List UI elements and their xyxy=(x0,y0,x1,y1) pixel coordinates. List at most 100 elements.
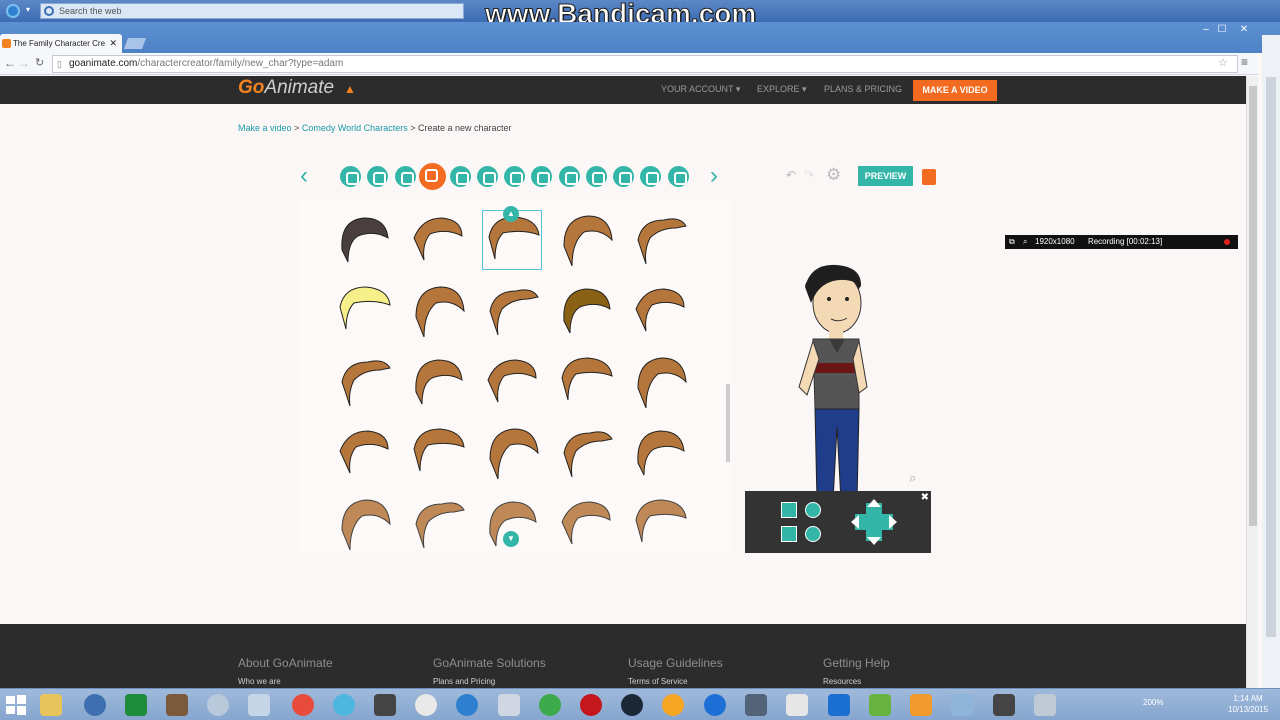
hair-option[interactable] xyxy=(408,281,468,341)
app-icon-15[interactable] xyxy=(951,694,973,716)
hair-option[interactable] xyxy=(334,281,394,341)
app-icon-12[interactable] xyxy=(786,694,808,716)
chrome-icon-2[interactable] xyxy=(539,694,561,716)
app-icon-3[interactable] xyxy=(207,694,229,716)
hair-option[interactable] xyxy=(482,281,542,341)
head-icon[interactable] xyxy=(450,166,471,187)
reload-icon[interactable]: ↻ xyxy=(35,56,44,69)
app-icon-1[interactable] xyxy=(84,694,106,716)
hair-option[interactable] xyxy=(630,423,690,483)
ear-icon[interactable] xyxy=(504,166,525,187)
preview-button[interactable]: PREVIEW xyxy=(858,166,913,186)
hair-option[interactable] xyxy=(556,423,616,483)
hair-option[interactable] xyxy=(630,494,690,554)
hair-option[interactable] xyxy=(334,494,394,554)
scroll-down-icon[interactable]: ▼ xyxy=(503,531,519,547)
scale-down-icon[interactable] xyxy=(781,526,797,542)
rotate-right-icon[interactable] xyxy=(805,526,821,542)
app-icon-5[interactable] xyxy=(333,694,355,716)
eyes-icon[interactable] xyxy=(559,166,580,187)
hair-option[interactable] xyxy=(630,210,690,270)
make-a-video-button[interactable]: MAKE A VIDEO xyxy=(913,80,997,101)
record-icon[interactable] xyxy=(1224,239,1230,245)
prev-category-icon[interactable]: ‹ xyxy=(300,162,308,190)
app-icon-7[interactable] xyxy=(415,694,437,716)
app-icon-13[interactable] xyxy=(828,694,850,716)
app-icon-2[interactable] xyxy=(166,694,188,716)
nav-your-account[interactable]: YOUR ACCOUNT ▾ xyxy=(661,84,740,95)
magnifier-icon[interactable]: ⌕ xyxy=(1023,235,1027,249)
app-icon-8[interactable] xyxy=(456,694,478,716)
close-controls-icon[interactable]: ✖ xyxy=(921,492,929,503)
media-player-icon[interactable] xyxy=(910,694,932,716)
goanimate-logo[interactable]: GoAnimate xyxy=(238,77,334,99)
body-icon[interactable] xyxy=(613,166,634,187)
spreadsheet-icon[interactable] xyxy=(125,694,147,716)
hair-option[interactable] xyxy=(334,352,394,412)
page-scrollbar[interactable] xyxy=(1246,76,1258,688)
app-icon-14[interactable] xyxy=(869,694,891,716)
hair-option[interactable] xyxy=(482,423,542,483)
url-field[interactable]: ▯ goanimate.com/charactercreator/family/… xyxy=(52,55,1238,73)
undo-icon[interactable]: ↶ xyxy=(786,168,796,182)
bell-icon[interactable]: ▲ xyxy=(344,82,356,96)
hair-option[interactable] xyxy=(556,494,616,554)
close-window-icon[interactable]: ✕ xyxy=(1234,24,1254,35)
hair-option[interactable] xyxy=(556,352,616,412)
close-tab-icon[interactable]: ✕ xyxy=(109,34,117,53)
hair-option[interactable] xyxy=(334,210,394,270)
hair-option[interactable] xyxy=(556,210,616,270)
app-icon-17[interactable] xyxy=(1034,694,1056,716)
windows-start-icon[interactable] xyxy=(4,693,28,717)
mouth-icon[interactable] xyxy=(477,166,498,187)
hair-option[interactable] xyxy=(630,352,690,412)
rotate-left-icon[interactable] xyxy=(805,502,821,518)
hair-option[interactable] xyxy=(408,352,468,412)
back-icon[interactable]: ← xyxy=(4,56,16,70)
footer-link-terms[interactable]: Terms of Service xyxy=(628,677,723,686)
eyebrows-icon[interactable] xyxy=(586,166,607,187)
hair-option[interactable] xyxy=(408,210,468,270)
steam-icon[interactable] xyxy=(621,694,643,716)
accessory-icon[interactable] xyxy=(668,166,689,187)
zoom-icon[interactable]: ⌕ xyxy=(909,470,916,486)
file-explorer-icon[interactable] xyxy=(40,694,62,716)
window-scrollbar[interactable] xyxy=(1262,35,1280,688)
firefox-icon[interactable] xyxy=(704,694,726,716)
hair-option[interactable] xyxy=(556,281,616,341)
hair-option[interactable] xyxy=(408,494,468,554)
redo-icon[interactable]: ↷ xyxy=(804,168,814,182)
scale-up-icon[interactable] xyxy=(781,502,797,518)
settings-gear-icon[interactable]: ⚙ xyxy=(826,165,841,185)
face-icon[interactable] xyxy=(395,166,416,187)
page-scroll-thumb[interactable] xyxy=(1249,86,1257,526)
hair-option[interactable] xyxy=(482,352,542,412)
menu-icon[interactable]: ≡ xyxy=(1241,55,1248,69)
app-icon-10[interactable] xyxy=(662,694,684,716)
app-icon-11[interactable] xyxy=(745,694,767,716)
chrome-icon[interactable] xyxy=(292,694,314,716)
grid-scrollbar[interactable] xyxy=(726,384,730,462)
system-clock[interactable]: 1:14 AM 10/13/2015 xyxy=(1228,693,1268,715)
footer-link-plans[interactable]: Plans and Pricing xyxy=(433,677,546,686)
scroll-up-icon[interactable]: ▲ xyxy=(503,206,519,222)
pants-icon[interactable] xyxy=(367,166,388,187)
save-icon[interactable] xyxy=(922,169,936,185)
app-icon-9[interactable] xyxy=(498,694,520,716)
move-arrows-icon[interactable] xyxy=(851,499,897,545)
window-icon[interactable]: ⧉ xyxy=(1009,235,1015,249)
next-category-icon[interactable]: › xyxy=(710,162,718,190)
nav-explore[interactable]: EXPLORE ▾ xyxy=(757,84,807,95)
maximize-icon[interactable]: ☐ xyxy=(1212,24,1232,35)
app-icon-6[interactable] xyxy=(374,694,396,716)
app-icon-4[interactable] xyxy=(248,694,270,716)
footer-link-resources[interactable]: Resources xyxy=(823,677,890,686)
browser-tab[interactable]: The Family Character Cre ✕ xyxy=(0,34,122,53)
hair-icon[interactable] xyxy=(419,163,446,190)
breadcrumb-comedy-world[interactable]: Comedy World Characters xyxy=(302,123,408,133)
hair-option[interactable] xyxy=(408,423,468,483)
record-app-icon[interactable] xyxy=(580,694,602,716)
glasses-icon[interactable] xyxy=(640,166,661,187)
hair-option[interactable] xyxy=(334,423,394,483)
dropdown-icon[interactable]: ▾ xyxy=(26,5,30,14)
